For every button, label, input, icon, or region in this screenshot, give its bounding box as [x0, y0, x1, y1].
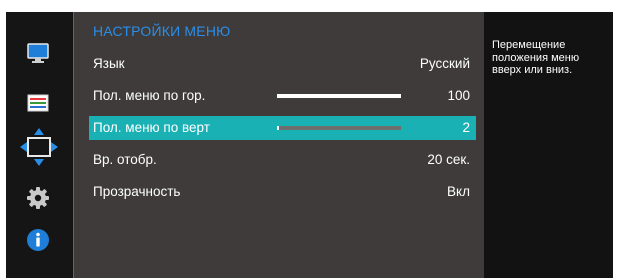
- menu-item-label: Пол. меню по гор.: [93, 88, 206, 103]
- menu-item-value: 2: [462, 120, 470, 135]
- help-text: Перемещение положения меню вверх или вни…: [492, 39, 580, 76]
- menu-item-value: Русский: [419, 56, 470, 71]
- menu-item-language[interactable]: Язык Русский: [89, 52, 476, 76]
- gear-icon[interactable]: [25, 185, 51, 211]
- menu-item-h-position[interactable]: Пол. меню по гор. 100: [89, 84, 476, 108]
- menu-title: НАСТРОЙКИ МЕНЮ: [93, 23, 231, 39]
- osd-screen: НАСТРОЙКИ МЕНЮ Язык Русский Пол. меню по…: [6, 12, 613, 278]
- menu-panel: НАСТРОЙКИ МЕНЮ Язык Русский Пол. меню по…: [73, 12, 485, 278]
- menu-item-label: Прозрачность: [93, 184, 181, 199]
- info-icon[interactable]: [25, 227, 51, 253]
- menu-item-display-time[interactable]: Вр. отобр. 20 сек.: [89, 148, 476, 172]
- menu-item-transparency[interactable]: Прозрачность Вкл: [89, 180, 476, 204]
- v-position-slider-fill: [277, 126, 280, 130]
- menu-item-value: Вкл: [447, 184, 470, 199]
- menu-item-label: Язык: [93, 56, 125, 71]
- v-position-slider[interactable]: [277, 126, 401, 130]
- position-arrows-icon[interactable]: [19, 127, 59, 167]
- help-panel: Перемещение положения меню вверх или вни…: [484, 12, 613, 278]
- menu-item-value: 100: [447, 88, 470, 103]
- menu-item-value: 20 сек.: [427, 152, 470, 167]
- sidebar: [6, 12, 72, 278]
- color-adjust-icon[interactable]: [25, 90, 51, 116]
- menu-item-v-position[interactable]: Пол. меню по верт 2: [89, 116, 476, 140]
- h-position-slider-fill: [277, 94, 401, 98]
- h-position-slider[interactable]: [277, 94, 401, 98]
- monitor-icon[interactable]: [25, 40, 51, 66]
- menu-item-label: Пол. меню по верт: [93, 120, 210, 135]
- menu-item-label: Вр. отобр.: [93, 152, 157, 167]
